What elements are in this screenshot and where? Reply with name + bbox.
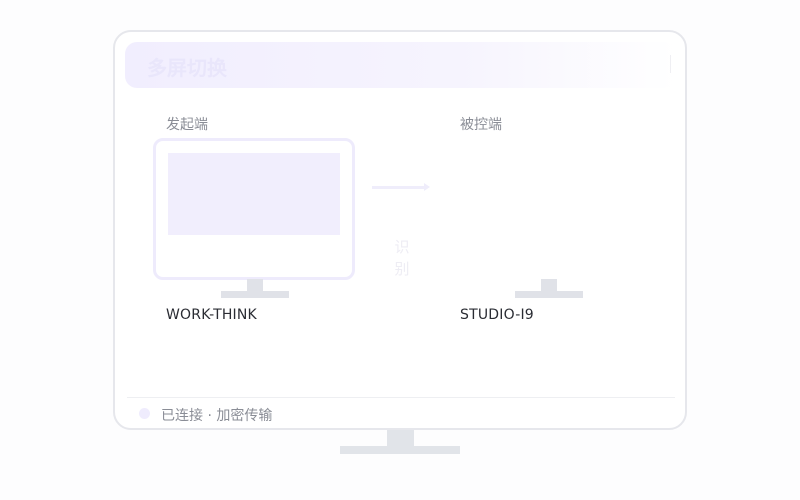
initiator-device-name: WORK-THINK [166,307,257,323]
monitor-stand-base [340,446,460,454]
initiator-screen[interactable] [153,138,355,280]
recognize-label: 识别 [394,238,410,278]
controlled-stand-base [515,291,583,298]
title-divider [670,55,671,73]
controlled-device-name: STUDIO-I9 [460,307,534,323]
footer-divider [127,397,675,398]
initiator-label: 发起端 [166,117,208,133]
title-bar: 多屏切换 [125,42,677,88]
status-dot-icon [139,408,150,419]
initiator-screen-content [168,153,340,235]
initiator-stand-base [221,291,289,298]
arrow-right-icon [424,183,430,191]
controlled-label: 被控端 [460,117,502,133]
transfer-arrow-line [372,186,426,189]
page-title: 多屏切换 [147,56,227,80]
connection-status: 已连接 · 加密传输 [161,408,273,424]
switcher-window: 多屏切换 发起端 WORK-THINK 识别 被控端 STUDIO-I9 已连接… [113,30,687,430]
